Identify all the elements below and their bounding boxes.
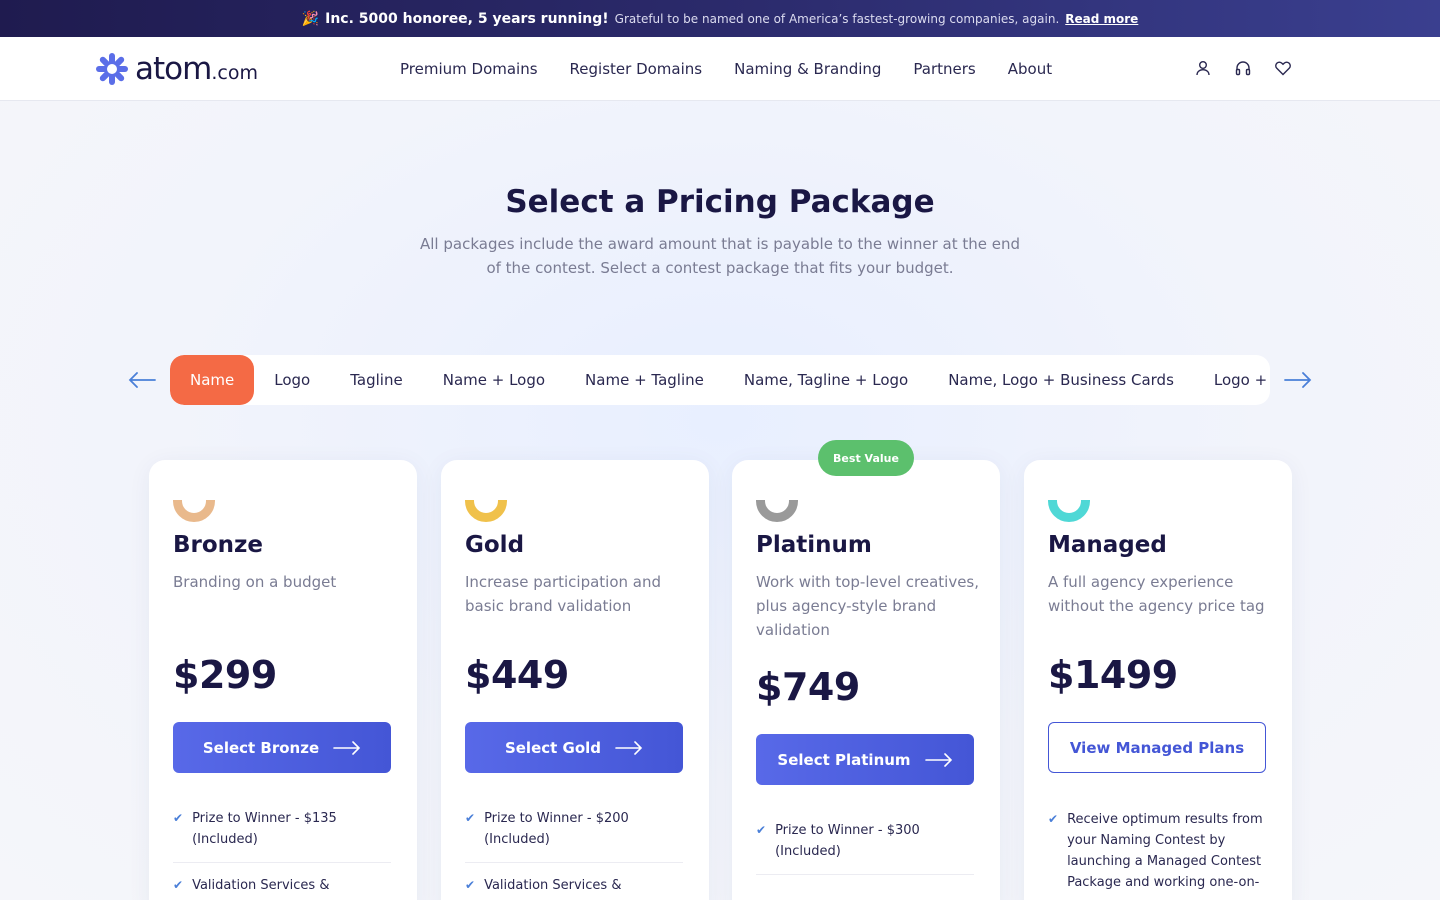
package-name: Platinum xyxy=(756,532,872,558)
nav-icons xyxy=(1194,59,1292,77)
package-description: A full agency experience without the age… xyxy=(1048,573,1265,615)
package-price: $749 xyxy=(756,665,860,709)
package-card-bronze: Bronze Branding on a budget $299 Select … xyxy=(149,460,417,900)
package-name: Managed xyxy=(1048,532,1167,558)
feature-text: Validation Services & Upgrades xyxy=(484,878,622,900)
platinum-medal-icon xyxy=(756,500,798,522)
tab-name-tagline-logo[interactable]: Name, Tagline + Logo xyxy=(724,355,928,405)
check-icon: ✔ xyxy=(173,811,184,825)
select-bronze-button[interactable]: Select Bronze xyxy=(173,722,391,773)
button-label: Select Gold xyxy=(504,738,602,757)
feature-text: Prize to Winner - $135 (Included) xyxy=(192,811,337,847)
check-icon: ✔ xyxy=(1048,812,1059,826)
tab-tagline[interactable]: Tagline xyxy=(330,355,422,405)
top-navigation: atom.com Premium Domains Register Domain… xyxy=(0,37,1440,101)
feature-list: ✔ Prize to Winner - $200 (Included) ✔ Vali… xyxy=(465,808,683,900)
feature-text: Receive optimum results from your Naming… xyxy=(1067,812,1263,890)
headset-icon[interactable] xyxy=(1234,59,1252,77)
feature-list: ✔ Prize to Winner - $135 (Included) ✔ Vali… xyxy=(173,808,391,900)
arrow-right-icon[interactable] xyxy=(1283,369,1313,391)
logo-main-text: atom xyxy=(135,51,212,87)
package-card-platinum: Platinum Work with top-level creatives, … xyxy=(732,460,1000,900)
button-label: Select Bronze xyxy=(202,738,320,757)
arrow-left-icon[interactable] xyxy=(127,369,157,391)
package-price: $1499 xyxy=(1048,653,1178,697)
banner-text: Grateful to be named one of America’s fa… xyxy=(614,11,1060,26)
nav-links: Premium Domains Register Domains Naming … xyxy=(400,37,1052,101)
logo-wordmark: atom.com xyxy=(135,51,258,87)
view-managed-plans-button[interactable]: View Managed Plans xyxy=(1048,722,1266,773)
page-title: Select a Pricing Package xyxy=(505,184,935,220)
feature-list: ✔ Prize to Winner - $300 (Included) xyxy=(756,820,974,887)
atom-logo-icon xyxy=(96,53,128,85)
package-type-tabs: Name Logo Tagline Name + Logo Name + Tag… xyxy=(170,355,1270,405)
party-popper-icon: 🎉 xyxy=(301,10,320,27)
banner-read-more-link[interactable]: Read more xyxy=(1065,12,1138,26)
tab-name[interactable]: Name xyxy=(170,355,255,405)
gold-medal-icon xyxy=(465,500,507,522)
check-icon: ✔ xyxy=(465,878,476,892)
button-label: Select Platinum xyxy=(777,750,911,769)
arrow-right-icon xyxy=(615,740,643,755)
check-icon: ✔ xyxy=(465,811,476,825)
select-platinum-button[interactable]: Select Platinum xyxy=(756,734,974,785)
list-item: ✔ Validation Services & Upgrades xyxy=(465,875,683,900)
package-description: Increase participation and basic brand v… xyxy=(465,573,662,615)
list-item: ✔ Prize to Winner - $200 (Included) xyxy=(465,808,683,863)
nav-link-register-domains[interactable]: Register Domains xyxy=(570,60,703,78)
button-label: View Managed Plans xyxy=(1069,738,1245,757)
tab-name-tagline[interactable]: Name + Tagline xyxy=(565,355,724,405)
managed-medal-icon xyxy=(1048,500,1090,522)
package-name: Gold xyxy=(465,532,525,558)
feature-list: ✔ Receive optimum results from your Namin… xyxy=(1048,809,1266,900)
list-item: ✔ Receive optimum results from your Namin… xyxy=(1048,809,1266,900)
tab-name-logo[interactable]: Name + Logo xyxy=(423,355,565,405)
announcement-banner: 🎉 Inc. 5000 honoree, 5 years running! Gr… xyxy=(0,0,1440,37)
logo-suffix-text: .com xyxy=(211,62,258,84)
nav-link-naming-branding[interactable]: Naming & Branding xyxy=(734,60,881,78)
best-value-badge: Best Value xyxy=(818,440,914,476)
feature-text: Validation Services & Upgrades ($39 valu… xyxy=(192,878,333,900)
bronze-medal-icon xyxy=(173,500,215,522)
site-logo[interactable]: atom.com xyxy=(95,51,258,87)
list-item: ✔ Prize to Winner - $300 (Included) xyxy=(756,820,974,875)
package-price: $299 xyxy=(173,653,277,697)
feature-text: Prize to Winner - $200 (Included) xyxy=(484,811,629,847)
package-name: Bronze xyxy=(173,532,264,558)
tab-logo-business-cards[interactable]: Logo + Business Cards xyxy=(1194,355,1270,405)
package-card-gold: Gold Increase participation and basic br… xyxy=(441,460,709,900)
package-card-managed: Managed A full agency experience without… xyxy=(1024,460,1292,900)
package-price: $449 xyxy=(465,653,569,697)
package-description: Work with top-level creatives, plus agen… xyxy=(756,573,980,639)
check-icon: ✔ xyxy=(173,878,184,892)
page-subtitle: All packages include the award amount th… xyxy=(420,235,1021,277)
list-item: ✔ Validation Services & Upgrades ($39 val… xyxy=(173,875,391,900)
nav-link-about[interactable]: About xyxy=(1008,60,1052,78)
list-item: ✔ Prize to Winner - $135 (Included) xyxy=(173,808,391,863)
tab-name-logo-business-cards[interactable]: Name, Logo + Business Cards xyxy=(928,355,1194,405)
feature-text: Prize to Winner - $300 (Included) xyxy=(775,823,920,859)
heart-icon[interactable] xyxy=(1274,59,1292,77)
banner-headline: Inc. 5000 honoree, 5 years running! xyxy=(325,10,609,27)
check-icon: ✔ xyxy=(756,823,767,837)
nav-link-premium-domains[interactable]: Premium Domains xyxy=(400,60,538,78)
select-gold-button[interactable]: Select Gold xyxy=(465,722,683,773)
arrow-right-icon xyxy=(333,740,361,755)
tab-logo[interactable]: Logo xyxy=(254,355,330,405)
package-description: Branding on a budget xyxy=(173,573,337,591)
nav-link-partners[interactable]: Partners xyxy=(913,60,975,78)
arrow-right-icon xyxy=(924,752,952,767)
user-icon[interactable] xyxy=(1194,59,1212,77)
